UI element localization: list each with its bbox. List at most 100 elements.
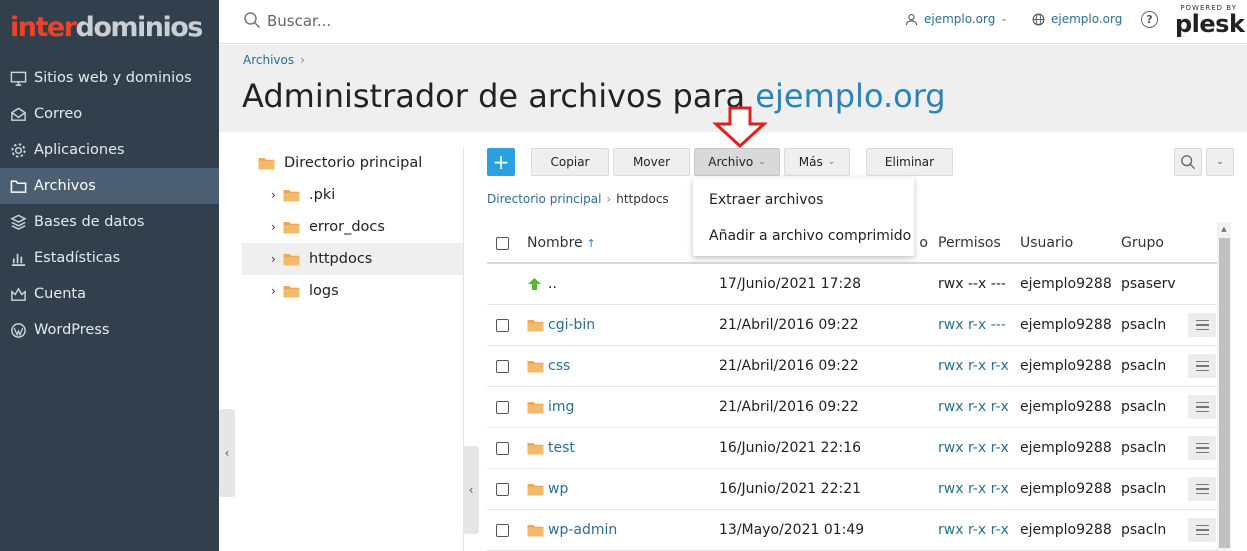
sidebar-item-websites[interactable]: Sitios web y dominios xyxy=(0,60,219,96)
sidebar-item-account[interactable]: Cuenta xyxy=(0,276,219,312)
table-row[interactable]: css 21/Abril/2016 09:22 rwx r-x r-x ejem… xyxy=(487,346,1217,387)
row-checkbox[interactable] xyxy=(495,318,509,332)
tree-item-httpdocs[interactable]: › httpdocs xyxy=(242,243,463,275)
row-permissions[interactable]: rwx r-x r-x xyxy=(938,522,1020,538)
row-checkbox[interactable] xyxy=(495,482,509,496)
sidebar-item-files[interactable]: Archivos xyxy=(0,168,219,204)
sidebar-item-applications[interactable]: Aplicaciones xyxy=(0,132,219,168)
table-options-button[interactable]: ⌄ xyxy=(1206,148,1234,176)
row-group: psacln xyxy=(1121,440,1167,456)
row-checkbox[interactable] xyxy=(495,359,509,373)
sidebar-item-label: Correo xyxy=(34,106,83,122)
row-checkbox[interactable] xyxy=(495,441,509,455)
chevron-right-icon[interactable]: › xyxy=(271,220,283,234)
row-group: psacln xyxy=(1121,358,1167,374)
row-name-cell[interactable]: test xyxy=(527,440,719,456)
row-name[interactable]: cgi-bin xyxy=(548,317,595,333)
search-input[interactable] xyxy=(267,8,667,34)
row-name-cell[interactable]: img xyxy=(527,399,719,415)
table-row[interactable]: img 21/Abril/2016 09:22 rwx r-x r-x ejem… xyxy=(487,387,1217,428)
hamburger-menu-icon[interactable] xyxy=(1188,395,1216,419)
sidebar-item-mail[interactable]: Correo xyxy=(0,96,219,132)
column-header-permissions[interactable]: Permisos xyxy=(938,235,1020,251)
delete-button[interactable]: Eliminar xyxy=(866,148,953,176)
collapse-tree-button[interactable]: ‹ xyxy=(463,446,479,534)
chevron-right-icon[interactable]: › xyxy=(271,284,283,298)
copy-button[interactable]: Copiar xyxy=(531,148,609,176)
table-row[interactable]: wp-admin 13/Mayo/2021 01:49 rwx r-x r-x … xyxy=(487,510,1217,551)
column-header-user[interactable]: Usuario xyxy=(1020,235,1121,251)
hamburger-menu-icon[interactable] xyxy=(1188,518,1216,542)
hamburger-menu-icon[interactable] xyxy=(1188,436,1216,460)
table-row[interactable]: test 16/Junio/2021 22:16 rwx r-x r-x eje… xyxy=(487,428,1217,469)
bar-chart-icon xyxy=(0,250,34,267)
row-checkbox-cell xyxy=(487,359,527,373)
table-row[interactable]: wp 16/Junio/2021 22:21 rwx r-x r-x ejemp… xyxy=(487,469,1217,510)
row-group: psacln xyxy=(1121,317,1167,333)
row-name[interactable]: .. xyxy=(548,276,557,292)
row-name-cell[interactable]: wp-admin xyxy=(527,522,719,538)
help-icon[interactable]: ? xyxy=(1141,11,1158,28)
hamburger-menu-icon[interactable] xyxy=(1188,477,1216,501)
archive-dropdown-menu: Extraer archivos Añadir a archivo compri… xyxy=(693,178,914,256)
menu-item-extract[interactable]: Extraer archivos xyxy=(693,182,914,218)
user-menu-label: ejemplo.org xyxy=(924,12,996,26)
sidebar-item-statistics[interactable]: Estadísticas xyxy=(0,240,219,276)
more-actions-button[interactable]: Más ⌄ xyxy=(784,148,850,176)
row-name[interactable]: img xyxy=(548,399,574,415)
row-date: 17/Junio/2021 17:28 xyxy=(719,276,862,292)
column-header-name[interactable]: Nombre ↑ xyxy=(527,235,719,251)
move-button[interactable]: Mover xyxy=(613,148,690,176)
table-row[interactable]: .. 17/Junio/2021 17:28 rwx --x --- ejemp… xyxy=(487,264,1217,305)
breadcrumb-archivos[interactable]: Archivos xyxy=(243,53,294,67)
domain-link[interactable]: ejemplo.org xyxy=(1032,12,1122,26)
row-name[interactable]: test xyxy=(548,440,575,456)
tree-item-logs[interactable]: › logs xyxy=(242,275,463,307)
row-name-cell[interactable]: wp xyxy=(527,481,719,497)
tree-item-error-docs[interactable]: › error_docs xyxy=(242,211,463,243)
hamburger-menu-icon[interactable] xyxy=(1188,313,1216,337)
page-title-domain[interactable]: ejemplo.org xyxy=(755,77,945,115)
row-checkbox-cell xyxy=(487,441,527,455)
row-checkbox[interactable] xyxy=(495,400,509,414)
table-search-button[interactable] xyxy=(1174,148,1202,176)
row-permissions[interactable]: rwx r-x r-x xyxy=(938,358,1020,374)
select-all-checkbox[interactable] xyxy=(495,236,509,250)
path-root-link[interactable]: Directorio principal xyxy=(487,192,601,206)
chevron-down-icon: ⌄ xyxy=(1216,157,1224,167)
scrollbar-thumb[interactable] xyxy=(1219,238,1230,548)
table-row[interactable]: cgi-bin 21/Abril/2016 09:22 rwx r-x --- … xyxy=(487,305,1217,346)
row-permissions[interactable]: rwx r-x r-x xyxy=(938,399,1020,415)
row-checkbox[interactable] xyxy=(495,523,509,537)
user-menu[interactable]: ejemplo.org ⌄ xyxy=(905,12,1008,26)
row-name[interactable]: css xyxy=(548,358,570,374)
chevron-right-icon[interactable]: › xyxy=(271,188,283,202)
menu-item-add-to-archive[interactable]: Añadir a archivo comprimido xyxy=(693,218,914,254)
tree-item-root[interactable]: Directorio principal xyxy=(242,147,463,179)
row-name-cell[interactable]: css xyxy=(527,358,719,374)
brand-logo[interactable]: interdominios xyxy=(10,12,203,43)
column-header-group[interactable]: Grupo xyxy=(1121,235,1187,251)
sidebar-item-databases[interactable]: Bases de datos xyxy=(0,204,219,240)
add-button[interactable]: + xyxy=(487,148,515,176)
row-permissions[interactable]: rwx r-x r-x xyxy=(938,440,1020,456)
tree-item-label: httpdocs xyxy=(309,251,373,267)
row-group: psaserv xyxy=(1121,276,1176,292)
row-name[interactable]: wp-admin xyxy=(548,522,617,538)
hamburger-menu-icon[interactable] xyxy=(1188,354,1216,378)
row-permissions[interactable]: rwx r-x r-x xyxy=(938,481,1020,497)
folder-icon xyxy=(527,319,544,331)
directory-tree: Directorio principal › .pki › error_docs… xyxy=(242,147,463,307)
row-name-cell[interactable]: cgi-bin xyxy=(527,317,719,333)
logo-part-inter: inter xyxy=(10,12,77,43)
path-breadcrumb: Directorio principal › httpdocs xyxy=(487,192,669,206)
sidebar-item-wordpress[interactable]: WordPress xyxy=(0,312,219,348)
row-name[interactable]: wp xyxy=(548,481,568,497)
row-name-cell[interactable]: .. xyxy=(527,276,719,292)
archive-button[interactable]: Archivo ⌄ xyxy=(694,148,780,176)
scroll-up-icon[interactable]: ▲ xyxy=(1219,225,1229,235)
chevron-right-icon[interactable]: › xyxy=(271,252,283,266)
tree-item-pki[interactable]: › .pki xyxy=(242,179,463,211)
row-permissions[interactable]: rwx r-x --- xyxy=(938,317,1020,333)
collapse-sidebar-button[interactable]: ‹ xyxy=(219,409,235,497)
